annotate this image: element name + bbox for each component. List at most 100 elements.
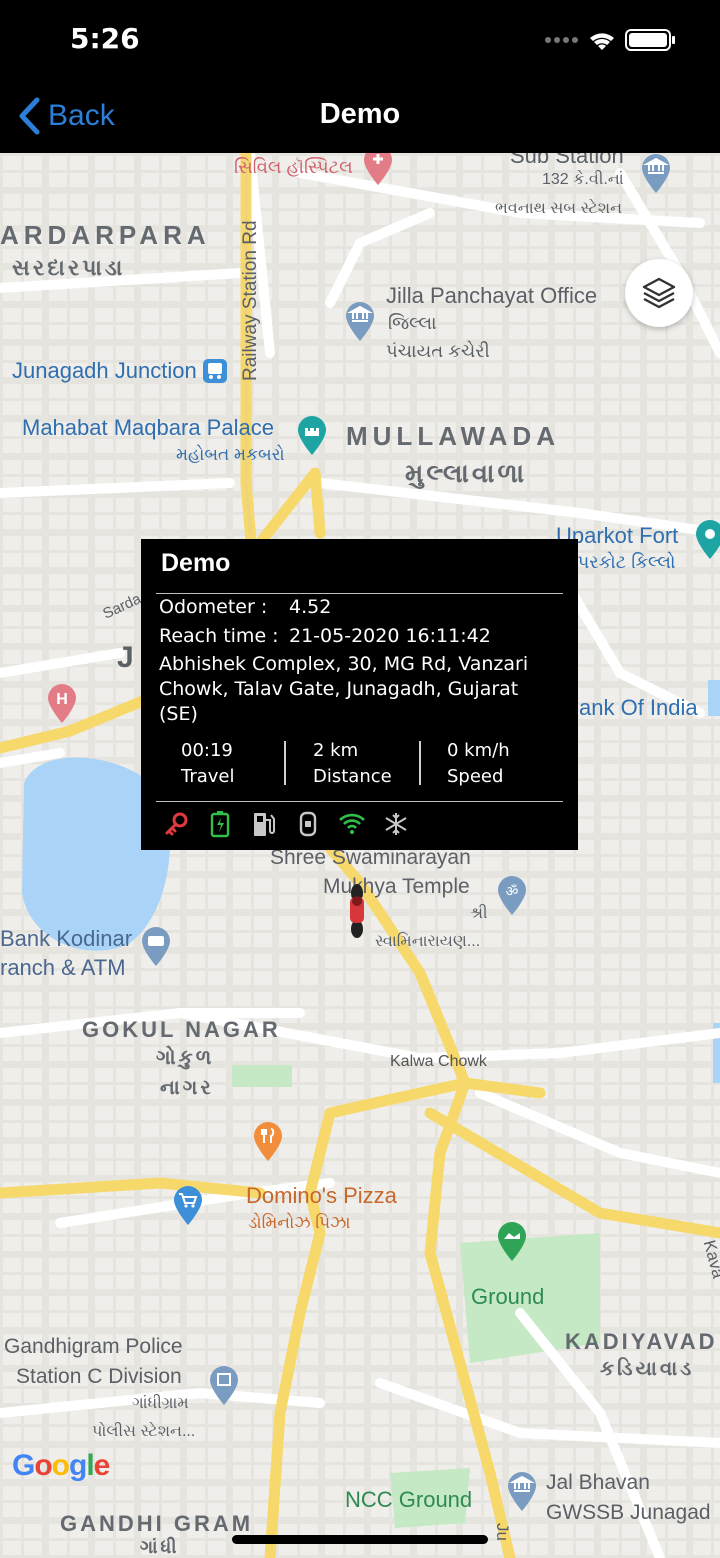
map-label-gwssb: GWSSB Junagad: [546, 1501, 711, 1524]
layers-icon: [642, 277, 676, 309]
map-view[interactable]: સિવિલ હૉસ્પિટલ Sub Station 132 કે.વી.નાં…: [0, 153, 720, 1558]
chevron-left-icon: [19, 97, 40, 135]
stat-speed-label: Speed: [447, 766, 504, 787]
map-label-ncc-ground: NCC Ground: [345, 1487, 473, 1512]
reach-time-row: Reach time : 21-05-2020 16:11:42: [159, 625, 491, 647]
government-pin-icon[interactable]: [504, 1471, 540, 1513]
map-label-civil-hospital: સિવિલ હૉસ્પિટલ: [234, 157, 353, 177]
back-button[interactable]: Back: [18, 94, 115, 138]
stat-distance-label: Distance: [313, 766, 392, 787]
map-label-sub-station-kv: 132 કે.વી.નાં: [542, 171, 624, 188]
government-pin-icon[interactable]: [638, 153, 674, 195]
stat-distance: 2 km Distance: [313, 738, 392, 790]
map-label-mahabat: Mahabat Maqbara Palace: [22, 415, 274, 440]
google-logo: Google: [12, 1449, 110, 1482]
stat-travel-label: Travel: [181, 766, 235, 787]
reach-time-value: 21-05-2020 16:11:42: [289, 625, 491, 647]
hospital-pin-icon[interactable]: [360, 153, 396, 187]
map-label-sardarpara-guj: સરદારપાડા: [12, 255, 126, 280]
map-label-branch-atm: ranch & ATM: [0, 955, 126, 980]
temple-pin-icon[interactable]: ॐ: [494, 875, 530, 917]
map-label-sub-station: Sub Station: [510, 153, 624, 168]
hospital-pin-icon[interactable]: H: [44, 683, 80, 725]
train-station-icon[interactable]: [202, 358, 228, 384]
attraction-pin-icon[interactable]: [294, 415, 330, 457]
map-label-sub-station-guj: ભવનાથ સબ સ્ટેશન: [495, 200, 623, 217]
government-pin-icon[interactable]: [342, 301, 378, 343]
stat-divider: [284, 741, 286, 785]
stat-speed: 0 km/h Speed: [447, 738, 510, 790]
home-indicator[interactable]: [232, 1535, 488, 1544]
map-label-kadiyavad-guj: કડિયાવાડ: [600, 1358, 695, 1380]
map-label-mullawada: MULLAWADA: [346, 421, 560, 451]
map-label-junagadh-junction: Junagadh Junction: [12, 358, 197, 383]
map-label-railway-station-rd: Railway Station Rd: [240, 220, 261, 381]
info-window-title: Demo: [161, 549, 231, 577]
map-label-gandhigram-guj: ગાંધીગ્રામ: [132, 1395, 189, 1412]
map-label-uparkot-guj: ઉપરકોટ કિલ્લો: [564, 552, 676, 572]
stat-divider: [419, 741, 421, 785]
restaurant-pin-icon[interactable]: [250, 1121, 286, 1163]
battery-status-icon: [205, 809, 235, 839]
map-label-kalwa-chowk: Kalwa Chowk: [390, 1053, 487, 1070]
map-label-jilla-guj: જિલ્લા: [388, 313, 437, 333]
stat-distance-value: 2 km: [313, 740, 359, 761]
reach-time-label: Reach time :: [159, 625, 279, 647]
police-pin-icon[interactable]: [206, 1365, 242, 1407]
back-label: Back: [48, 99, 115, 132]
map-label-bank-of-india: ank Of India: [579, 695, 698, 720]
wifi-icon: [590, 33, 614, 50]
status-icon-row: [161, 809, 411, 839]
map-label-swaminarayan-guj: સ્વામિનારાયણ...: [375, 933, 481, 950]
map-label-shree-guj: શ્રી: [470, 905, 488, 922]
divider: [156, 593, 563, 594]
vehicle-marker-icon[interactable]: [343, 881, 371, 939]
ac-snowflake-icon: [381, 809, 411, 839]
map-label-mahabat-guj: મહોબત મકબરો: [176, 445, 285, 464]
bank-atm-pin-icon[interactable]: [138, 926, 174, 968]
door-icon: [293, 809, 323, 839]
vehicle-info-window[interactable]: Demo Odometer : 4.52 Reach time : 21-05-20…: [141, 539, 578, 850]
status-time: 5:26: [70, 22, 140, 55]
map-layers-button[interactable]: [625, 259, 693, 327]
park-pin-icon[interactable]: [494, 1221, 530, 1263]
map-label-nagar-guj: નાગર: [160, 1077, 214, 1099]
status-icons: [544, 26, 684, 54]
map-label-jilla-guj2: પંચાયત કચેરી: [386, 341, 490, 361]
odometer-row: Odometer : 4.52: [159, 596, 331, 618]
map-label-dominos: Domino's Pizza: [246, 1183, 397, 1208]
divider: [156, 801, 563, 802]
battery-icon: [625, 29, 675, 51]
map-label-sardarpara: ARDARPARA: [0, 220, 211, 250]
svg-text:H: H: [56, 691, 68, 708]
map-label-gokul-nagar: GOKUL NAGAR: [82, 1017, 281, 1042]
attraction-pin-icon[interactable]: [692, 519, 720, 561]
ignition-key-icon: [161, 809, 191, 839]
shopping-pin-icon[interactable]: [170, 1185, 206, 1227]
map-label-kadiyavad: KADIYAVAD: [565, 1329, 718, 1354]
map-label-gandhigram-police: Gandhigram Police: [4, 1335, 183, 1358]
map-label-gandhi-guj: ગાંધી: [140, 1537, 180, 1557]
map-label-gokul-guj: ગોકુળ: [156, 1047, 215, 1069]
status-bar: 5:26: [0, 0, 720, 80]
stat-travel-value: 00:19: [181, 740, 233, 761]
cellular-signal-icon: [545, 37, 578, 43]
stat-speed-value: 0 km/h: [447, 740, 510, 761]
map-label-gandhi-gram: GANDHI GRAM: [60, 1511, 254, 1536]
map-label-ju-partial: Ju: [493, 1523, 512, 1541]
stat-travel: 00:19 Travel: [181, 738, 235, 790]
svg-text:ॐ: ॐ: [506, 884, 519, 900]
map-label-station-c: Station C Division: [16, 1365, 182, 1388]
navigation-bar: Back Demo: [0, 80, 720, 153]
map-label-j-partial: J: [117, 641, 134, 674]
odometer-label: Odometer :: [159, 596, 268, 618]
odometer-value: 4.52: [289, 596, 332, 618]
fuel-pump-icon: [249, 809, 279, 839]
address-text: Abhishek Complex, 30, MG Rd, Vanzari Cho…: [159, 653, 529, 725]
map-label-ground: Ground: [471, 1284, 545, 1309]
map-label-dominos-guj: ડોમિનોઝ પિઝા: [248, 1213, 351, 1232]
map-label-jal-bhavan: Jal Bhavan: [546, 1471, 650, 1494]
wifi-signal-icon: [337, 809, 367, 839]
map-label-bank-kodinar: Bank Kodinar: [0, 926, 133, 951]
map-label-police-guj: પોલીસ સ્ટેશન...: [92, 1423, 196, 1440]
